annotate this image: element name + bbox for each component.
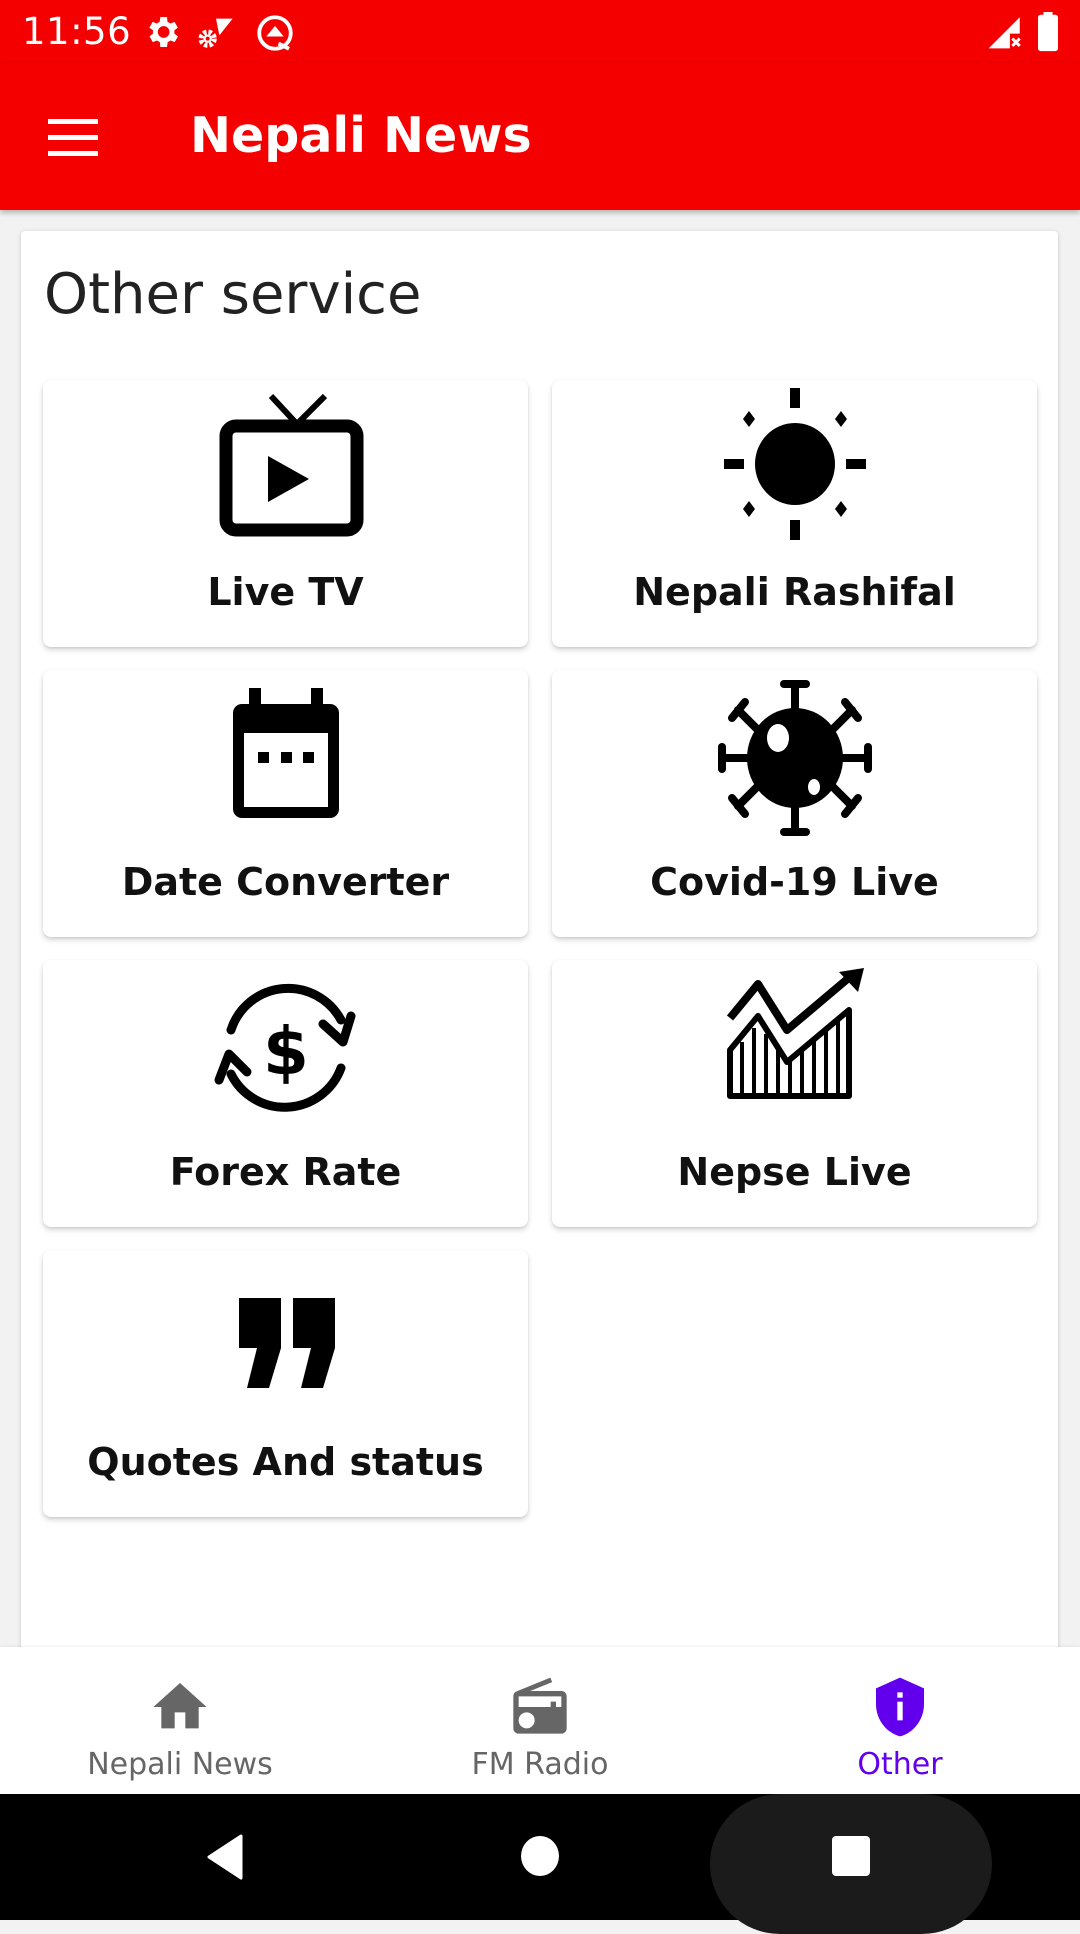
status-time: 11:56 [22,10,132,53]
app-toolbar: Nepali News [0,63,1080,210]
tile-quotes-and-status[interactable]: Quotes And status [43,1250,528,1517]
live-tv-icon [219,393,363,537]
home-circle-icon[interactable] [519,1834,561,1878]
tile-label: Forex Rate [169,1150,402,1194]
virus-icon [717,680,872,836]
nav-item-fm-radio[interactable]: FM Radio [360,1647,720,1794]
nav-item-nepali-news[interactable]: Nepali News [0,1647,360,1794]
radio-icon [513,1677,567,1734]
tile-date-converter[interactable]: Date Converter [43,670,528,937]
tile-label: Nepali Rashifal [633,570,956,614]
sun-icon [723,388,866,540]
tile-label: Nepse Live [677,1150,912,1194]
bottom-navigation: Nepali News FM Radio Other [0,1647,1080,1794]
tile-label: Covid-19 Live [650,860,939,904]
signal-no-service-icon [988,17,1021,49]
nav-label: Nepali News [87,1747,273,1782]
hamburger-menu-icon[interactable] [38,105,108,165]
stock-chart-icon [726,968,864,1099]
tile-live-tv[interactable]: Live TV [43,380,528,647]
tile-covid-19-live[interactable]: Covid-19 Live [552,670,1037,937]
shield-info-icon [876,1677,924,1737]
settings-gear-icon [149,17,178,47]
system-navigation-bar [0,1794,1080,1934]
recents-icon[interactable] [830,1834,872,1878]
back-icon[interactable] [205,1832,245,1882]
tile-label: Live TV [207,570,364,614]
svg-text:$: $ [263,1013,309,1090]
nav-label: FM Radio [471,1747,609,1782]
network-settings-icon [198,18,233,48]
home-icon [153,1683,207,1729]
calendar-icon [232,688,339,818]
nav-item-other[interactable]: Other [720,1647,1080,1794]
tile-label: Date Converter [121,860,450,904]
tile-forex-rate[interactable]: $ Forex Rate [43,960,528,1227]
nav-label: Other [857,1747,943,1782]
currency-exchange-icon: $ [214,983,355,1112]
status-bar: 11:56 [0,0,1080,63]
quote-icon [238,1298,335,1388]
tile-label: Quotes And status [87,1440,484,1484]
android-q-icon [257,15,293,51]
battery-full-icon [1038,12,1058,52]
tile-nepse-live[interactable]: Nepse Live [552,960,1037,1227]
app-title: Nepali News [190,107,532,164]
tile-nepali-rashifal[interactable]: Nepali Rashifal [552,380,1037,647]
section-title: Other service [44,262,422,327]
